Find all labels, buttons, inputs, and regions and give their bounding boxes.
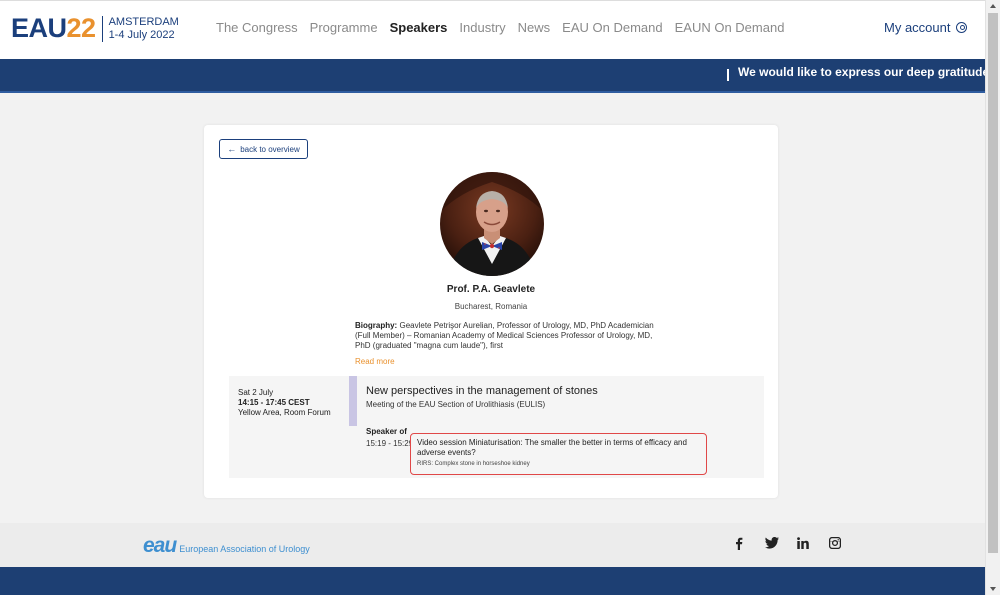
linkedin-icon[interactable] bbox=[797, 537, 809, 550]
eau-logo-mark: eau bbox=[143, 534, 177, 557]
scroll-down-arrow-icon[interactable] bbox=[990, 587, 996, 591]
ticker-separator bbox=[727, 69, 729, 81]
talk-item[interactable]: Video session Miniaturisation: The small… bbox=[410, 433, 707, 475]
logo-location: AMSTERDAM 1-4 July 2022 bbox=[109, 16, 179, 42]
session-day: Sat 2 July bbox=[238, 388, 274, 397]
ticker-message[interactable]: We would like to express our deep gratit… bbox=[738, 65, 985, 79]
session-title[interactable]: New perspectives in the management of st… bbox=[366, 385, 598, 397]
back-button-label: back to overview bbox=[240, 144, 300, 154]
speaker-photo bbox=[440, 172, 544, 276]
speaker-portrait-image bbox=[440, 172, 544, 276]
biography-label: Biography: bbox=[355, 321, 398, 330]
instagram-icon[interactable] bbox=[828, 536, 842, 550]
logo-eau-text: EAU bbox=[11, 13, 67, 43]
talk-time: 15:19 - 15:29 bbox=[366, 439, 414, 448]
logo-divider bbox=[101, 15, 103, 42]
nav-item-eaun-on-demand[interactable]: EAUN On Demand bbox=[675, 20, 785, 35]
session-color-bar bbox=[349, 376, 357, 426]
account-label: My account bbox=[884, 20, 951, 35]
footer-band bbox=[0, 567, 985, 595]
logo-year-text: 22 bbox=[66, 13, 97, 43]
talk-title: Video session Miniaturisation: The small… bbox=[417, 438, 687, 457]
news-ticker: We would like to express our deep gratit… bbox=[0, 59, 985, 93]
biography-text: Geavlete Petrişor Aurelian, Professor of… bbox=[355, 321, 654, 350]
my-account-link[interactable]: My account bbox=[884, 20, 968, 35]
arrow-left-icon: ← bbox=[227, 144, 237, 154]
session-datetime: Sat 2 July 14:15 - 17:45 CEST Yellow Are… bbox=[238, 388, 331, 418]
nav-item-speakers[interactable]: Speakers bbox=[390, 20, 448, 35]
logo-city: AMSTERDAM bbox=[108, 15, 179, 28]
nav-item-eau-on-demand[interactable]: EAU On Demand bbox=[562, 20, 662, 35]
nav-item-news[interactable]: News bbox=[518, 20, 551, 35]
session-time: 14:15 - 17:45 CEST bbox=[238, 398, 310, 407]
facebook-icon[interactable] bbox=[733, 537, 745, 550]
speaker-location: Bucharest, Romania bbox=[454, 302, 528, 311]
read-more-link[interactable]: Read more bbox=[355, 357, 395, 366]
session-block: Sat 2 July 14:15 - 17:45 CEST Yellow Are… bbox=[229, 376, 764, 478]
speaker-name: Prof. P.A. Geavlete bbox=[446, 284, 536, 295]
nav-item-congress[interactable]: The Congress bbox=[216, 20, 298, 35]
eau-footer-logo[interactable]: eau European Association of Urology bbox=[143, 535, 310, 556]
session-subtitle: Meeting of the EAU Section of Urolithias… bbox=[366, 400, 546, 409]
talk-subtitle: RIRS: Complex stone in horseshoe kidney bbox=[417, 461, 530, 467]
twitter-icon[interactable] bbox=[765, 537, 779, 550]
scrollbar-thumb[interactable] bbox=[988, 13, 998, 553]
speaker-card: ← back to overview Prof. P.A. Geavlete B… bbox=[204, 125, 778, 498]
speaker-biography: Biography: Geavlete Petrişor Aurelian, P… bbox=[355, 321, 655, 351]
eau22-logo[interactable]: EAU 22 AMSTERDAM 1-4 July 2022 bbox=[11, 15, 179, 42]
session-room: Yellow Area, Room Forum bbox=[238, 408, 331, 417]
site-footer: eau European Association of Urology bbox=[0, 523, 985, 567]
scroll-up-arrow-icon[interactable] bbox=[990, 4, 996, 8]
site-header: EAU 22 AMSTERDAM 1-4 July 2022 The Congr… bbox=[0, 0, 985, 59]
speaker-of-label: Speaker of bbox=[366, 427, 407, 436]
user-icon bbox=[956, 22, 968, 33]
nav-item-industry[interactable]: Industry bbox=[459, 20, 505, 35]
logo-dates: 1-4 July 2022 bbox=[108, 28, 175, 41]
eau-logo-text: European Association of Urology bbox=[179, 544, 310, 554]
page-scrollbar[interactable] bbox=[985, 0, 1000, 595]
nav-item-programme[interactable]: Programme bbox=[310, 20, 378, 35]
main-nav: The Congress Programme Speakers Industry… bbox=[216, 20, 796, 35]
social-links bbox=[733, 536, 861, 550]
back-to-overview-button[interactable]: ← back to overview bbox=[219, 139, 308, 159]
